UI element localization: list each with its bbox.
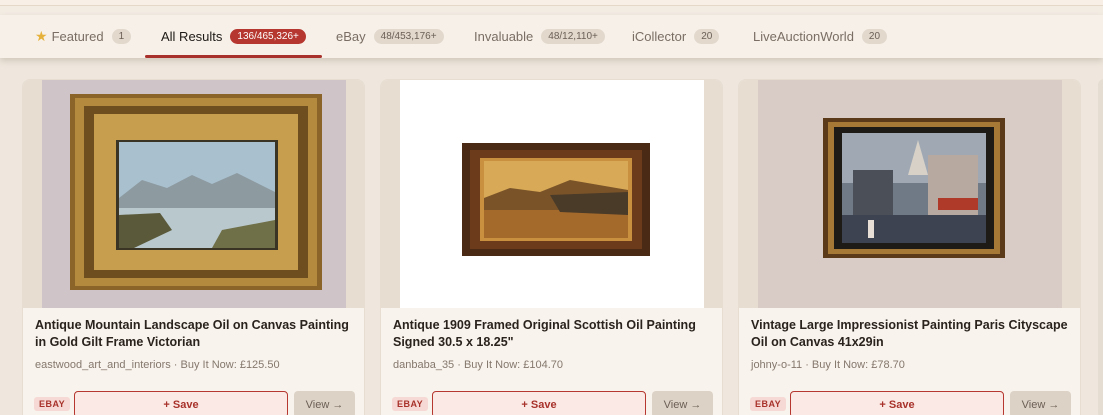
painting-image <box>400 80 704 308</box>
save-button[interactable]: + Save <box>790 391 1004 415</box>
source-badge: EBAY <box>392 397 429 411</box>
tab-label: eBay <box>336 29 366 44</box>
tab-invaluable[interactable]: Invaluable 48/12,110+ <box>474 15 605 58</box>
tab-liveauctionworld[interactable]: LiveAuctionWorld 20 <box>753 15 888 58</box>
view-button[interactable]: View → <box>652 391 713 415</box>
view-button[interactable]: View → <box>1010 391 1071 415</box>
result-card[interactable]: Antique Mountain Landscape Oil on Canvas… <box>22 79 365 415</box>
source-badge: EBAY <box>34 397 71 411</box>
result-card[interactable]: Vintage Large Impressionist Painting Par… <box>738 79 1081 415</box>
tab-label: Featured <box>51 29 104 44</box>
tab-label: Invaluable <box>474 29 534 44</box>
top-strip <box>0 0 1103 15</box>
star-icon: ★ <box>35 28 48 44</box>
card-seller-price: johny-o-11 · Buy It Now: £78.70 <box>751 359 905 371</box>
save-button[interactable]: + Save <box>432 391 646 415</box>
source-tabs: ★ Featured 1 All Results 136/465,326+ eB… <box>0 15 1103 58</box>
tab-label: All Results <box>161 29 223 44</box>
card-title[interactable]: Antique 1909 Framed Original Scottish Oi… <box>393 317 713 351</box>
tab-all-results[interactable]: All Results 136/465,326+ <box>145 15 322 58</box>
source-badge: EBAY <box>750 397 787 411</box>
view-button[interactable]: View → <box>294 391 355 415</box>
top-strip-inner <box>0 0 1103 6</box>
tab-count-badge: 48/453,176+ <box>373 29 444 44</box>
card-title[interactable]: Vintage Large Impressionist Painting Par… <box>751 317 1071 351</box>
card-seller-price: danbaba_35 · Buy It Now: £104.70 <box>393 359 564 371</box>
result-card[interactable]: Antique 1909 Framed Original Scottish Oi… <box>380 79 723 415</box>
card-title[interactable]: Antique Mountain Landscape Oil on Canvas… <box>35 317 355 351</box>
tab-label: LiveAuctionWorld <box>753 29 854 44</box>
tab-count-badge: 20 <box>694 29 720 44</box>
next-card-edge <box>1098 79 1103 415</box>
tab-count-badge: 136/465,326+ <box>230 29 306 44</box>
tab-label: iCollector <box>632 29 687 44</box>
tab-icollector[interactable]: iCollector 20 <box>632 15 720 58</box>
card-image[interactable] <box>381 80 722 308</box>
tab-ebay[interactable]: eBay 48/453,176+ <box>336 15 444 58</box>
painting-image <box>42 80 346 308</box>
tab-count-badge: 1 <box>111 29 132 44</box>
card-image[interactable] <box>23 80 364 308</box>
tab-featured[interactable]: ★ Featured 1 <box>35 15 132 58</box>
painting-image <box>758 80 1062 308</box>
card-image[interactable] <box>739 80 1080 308</box>
card-seller-price: eastwood_art_and_interiors · Buy It Now:… <box>35 359 280 371</box>
tab-count-badge: 20 <box>861 29 888 44</box>
tab-count-badge: 48/12,110+ <box>541 29 605 44</box>
save-button[interactable]: + Save <box>74 391 288 415</box>
